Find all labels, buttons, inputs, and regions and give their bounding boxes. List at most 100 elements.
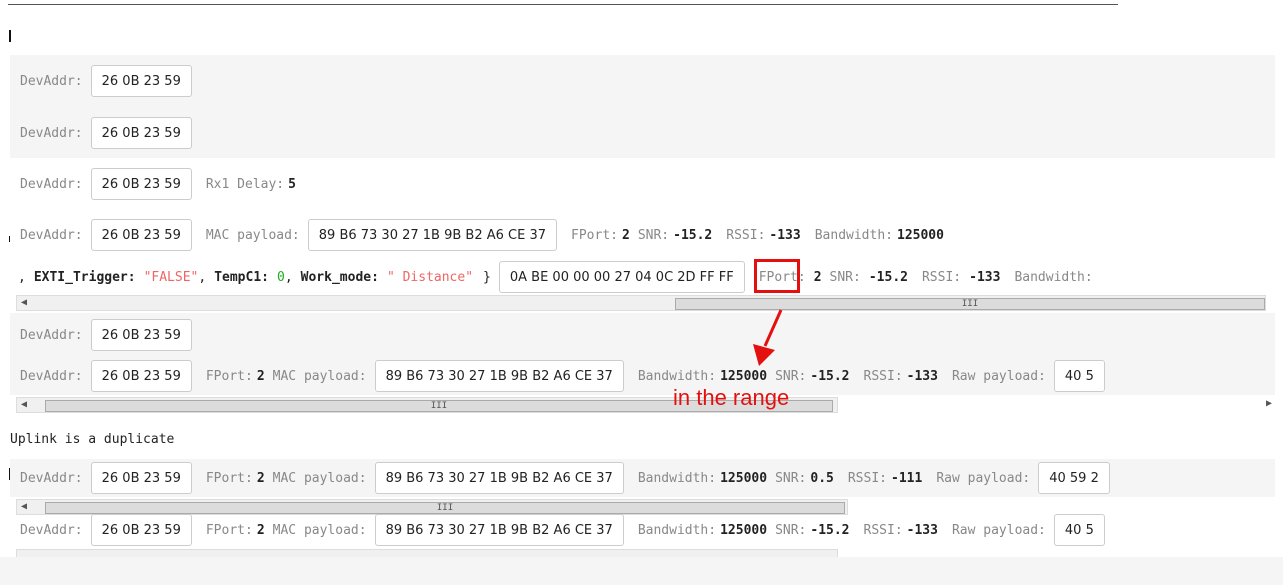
mac-payload-label: MAC payload: — [272, 368, 367, 384]
devaddr-value[interactable]: 26 0B 23 59 — [90, 219, 192, 251]
raw-payload-label: Raw payload: — [951, 522, 1046, 538]
log-row: DevAddr: 26 0B 23 59 FPort: 2 MAC payloa… — [10, 357, 1275, 395]
frm-payload-value[interactable]: 0A BE 00 00 00 27 04 0C 2D FF FF — [498, 261, 745, 293]
log-row: DevAddr: 26 0B 23 59 FPort: 2 MAC payloa… — [10, 459, 1275, 497]
bandwidth-label: Bandwidth: — [814, 227, 893, 243]
devaddr-label: DevAddr: — [20, 522, 83, 538]
bandwidth-value: 125000 — [720, 522, 768, 538]
fport-label: FPort: — [205, 470, 253, 486]
devaddr-value[interactable]: 26 0B 23 59 — [90, 65, 192, 97]
raw-payload-label: Raw payload: — [951, 368, 1046, 384]
devaddr-label: DevAddr: — [20, 227, 83, 243]
raw-payload-label: Raw payload: — [936, 470, 1031, 486]
devaddr-value[interactable]: 26 0B 23 59 — [90, 117, 192, 149]
log-row: DevAddr: 26 0B 23 59 FPort: 2 MAC payloa… — [10, 511, 1275, 549]
rssi-label: RSSI: — [921, 269, 962, 285]
snr-label: SNR: — [775, 522, 807, 538]
bandwidth-label: Bandwidth: — [637, 470, 717, 486]
decoded-lead: , — [18, 269, 26, 285]
horizontal-scrollbar[interactable]: ◀ III — [16, 295, 1266, 311]
annotation-arrow-icon — [753, 309, 783, 366]
log-row: DevAddr: 26 0B 23 59 MAC payload: 89 B6 … — [10, 209, 1275, 261]
raw-payload-value[interactable]: 40 5 — [1053, 360, 1105, 392]
decoded-key-work-mode: Work_mode: — [300, 269, 379, 285]
raw-payload-value[interactable]: 40 5 — [1053, 514, 1105, 546]
devaddr-value[interactable]: 26 0B 23 59 — [90, 360, 192, 392]
snr-value: -15.2 — [810, 522, 850, 538]
log-row: DevAddr: 26 0B 23 59 — [10, 55, 1275, 107]
snr-value: -15.2 — [673, 227, 713, 243]
rssi-label: RSSI: — [863, 368, 903, 384]
decoded-key-tempc1: TempC1: — [214, 269, 269, 285]
devaddr-value[interactable]: 26 0B 23 59 — [90, 319, 192, 351]
decoded-sep: , — [198, 269, 207, 285]
scroll-left-arrow-icon[interactable]: ◀ — [21, 399, 27, 410]
devaddr-label: DevAddr: — [20, 470, 83, 486]
rx1-delay-value: 5 — [288, 176, 296, 192]
fport-label: FPort: — [205, 522, 253, 538]
rssi-value: -133 — [769, 227, 801, 243]
raw-payload-value[interactable]: 40 59 2 — [1038, 462, 1110, 494]
snr-label: SNR: — [637, 227, 670, 243]
rssi-label: RSSI: — [847, 470, 887, 486]
rssi-value: -111 — [891, 470, 923, 486]
bandwidth-label: Bandwidth: — [1014, 269, 1093, 285]
fport-value: 2 — [256, 470, 265, 486]
horizontal-scrollbar[interactable] — [16, 549, 838, 557]
bandwidth-value: 125000 — [720, 368, 768, 384]
snr-value: -15.2 — [810, 368, 850, 384]
left-edge-mark — [9, 30, 11, 42]
bandwidth-label: Bandwidth: — [637, 368, 717, 384]
devaddr-value[interactable]: 26 0B 23 59 — [90, 514, 192, 546]
log-row: DevAddr: 26 0B 23 59 Rx1 Delay: 5 — [10, 158, 1275, 210]
bandwidth-value: 125000 — [897, 227, 944, 243]
devaddr-label: DevAddr: — [20, 176, 83, 192]
devaddr-value[interactable]: 26 0B 23 59 — [90, 462, 192, 494]
rx1-delay-label: Rx1 Delay: — [205, 176, 285, 192]
snr-label: SNR: — [775, 470, 807, 486]
mac-payload-value[interactable]: 89 B6 73 30 27 1B 9B B2 A6 CE 37 — [307, 219, 558, 251]
decoded-value-work-mode: " Distance" — [386, 269, 474, 285]
mac-payload-value[interactable]: 89 B6 73 30 27 1B 9B B2 A6 CE 37 — [374, 514, 624, 546]
snr-value: 0.5 — [810, 470, 834, 486]
mac-payload-value[interactable]: 89 B6 73 30 27 1B 9B B2 A6 CE 37 — [374, 462, 624, 494]
rssi-value: -133 — [906, 522, 938, 538]
decoded-close-brace: } — [483, 269, 491, 285]
snr-value: -15.2 — [868, 269, 908, 285]
top-divider — [8, 4, 1118, 5]
rssi-value: -133 — [906, 368, 938, 384]
devaddr-value[interactable]: 26 0B 23 59 — [90, 168, 192, 200]
mac-payload-label: MAC payload: — [272, 522, 367, 538]
highlight-box — [754, 259, 800, 293]
bottom-band — [0, 557, 1283, 585]
devaddr-label: DevAddr: — [20, 368, 83, 384]
fport-label: FPort: — [571, 227, 618, 243]
rssi-label: RSSI: — [726, 227, 766, 243]
log-row: DevAddr: 26 0B 23 59 — [10, 107, 1275, 159]
bandwidth-value: 125000 — [720, 470, 768, 486]
mac-payload-label: MAC payload: — [272, 470, 367, 486]
scrollbar-grip-icon: III — [430, 401, 448, 411]
scroll-left-arrow-icon[interactable]: ◀ — [21, 297, 27, 308]
rssi-value: -133 — [969, 269, 1001, 285]
scrollbar-grip-icon: III — [961, 299, 979, 309]
annotation-label: in the range — [673, 385, 790, 410]
decoded-payload-row: , EXTI_Trigger: "FALSE" , TempC1: 0 , Wo… — [10, 258, 1275, 296]
fport-value: 2 — [256, 522, 265, 538]
devaddr-label: DevAddr: — [20, 327, 83, 343]
duplicate-notice: Uplink is a duplicate — [10, 431, 175, 447]
decoded-sep: , — [284, 269, 293, 285]
fport-label: FPort: — [205, 368, 253, 384]
fport-value: 2 — [813, 269, 822, 285]
log-row: DevAddr: 26 0B 23 59 — [10, 313, 1275, 357]
decoded-value-exti-trigger: "FALSE" — [143, 269, 199, 285]
decoded-key-exti-trigger: EXTI_Trigger: — [33, 269, 136, 285]
devaddr-label: DevAddr: — [20, 125, 83, 141]
fport-value: 2 — [256, 368, 265, 384]
scroll-right-arrow-icon[interactable]: ▶ — [1266, 398, 1272, 409]
snr-label: SNR: — [775, 368, 807, 384]
decoded-value-tempc1: 0 — [277, 269, 285, 285]
rssi-label: RSSI: — [863, 522, 903, 538]
mac-payload-value[interactable]: 89 B6 73 30 27 1B 9B B2 A6 CE 37 — [374, 360, 624, 392]
mac-payload-label: MAC payload: — [205, 227, 300, 243]
